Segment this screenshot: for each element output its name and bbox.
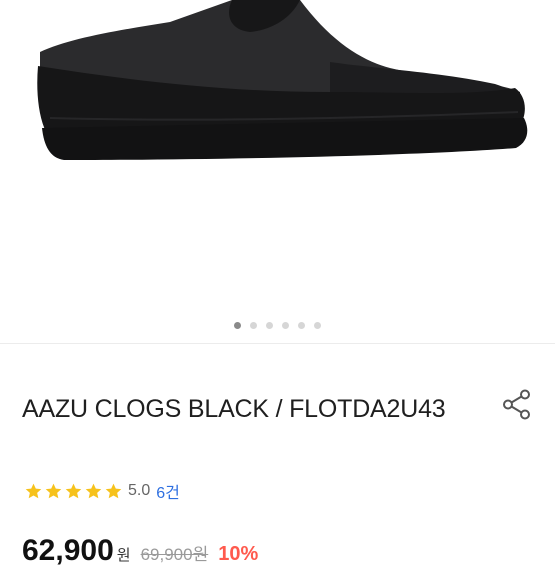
star-icon [45,483,62,498]
star-icon [65,483,82,498]
rating-score: 5.0 [128,482,151,499]
pagination-dot[interactable] [282,322,289,329]
star-rating [24,482,123,501]
star-icon [85,483,102,498]
pagination-dot[interactable] [314,322,321,329]
pagination-dot[interactable] [234,322,241,329]
current-price: 62,900 [22,534,114,567]
review-count-link[interactable]: 6건 [156,479,180,503]
pagination-dot[interactable] [266,322,273,329]
price-row: 62,900 원 69,900원 10% [22,534,258,568]
pagination-dot[interactable] [250,322,257,329]
gallery-pagination[interactable] [0,322,555,329]
product-image [37,0,528,160]
rating-summary: 5.0 6건 [24,479,180,503]
product-image-gallery[interactable] [0,0,555,343]
product-title: AAZU CLOGS BLACK / FLOTDA2U43 [22,395,446,423]
original-price: 69,900원 [140,545,209,564]
star-icon [105,483,122,498]
product-info: AAZU CLOGS BLACK / FLOTDA2U43 5.0 6건 62,… [0,344,555,567]
share-button[interactable] [500,388,534,422]
star-icon [25,483,42,498]
pagination-dot[interactable] [298,322,305,329]
share-icon [503,389,530,420]
